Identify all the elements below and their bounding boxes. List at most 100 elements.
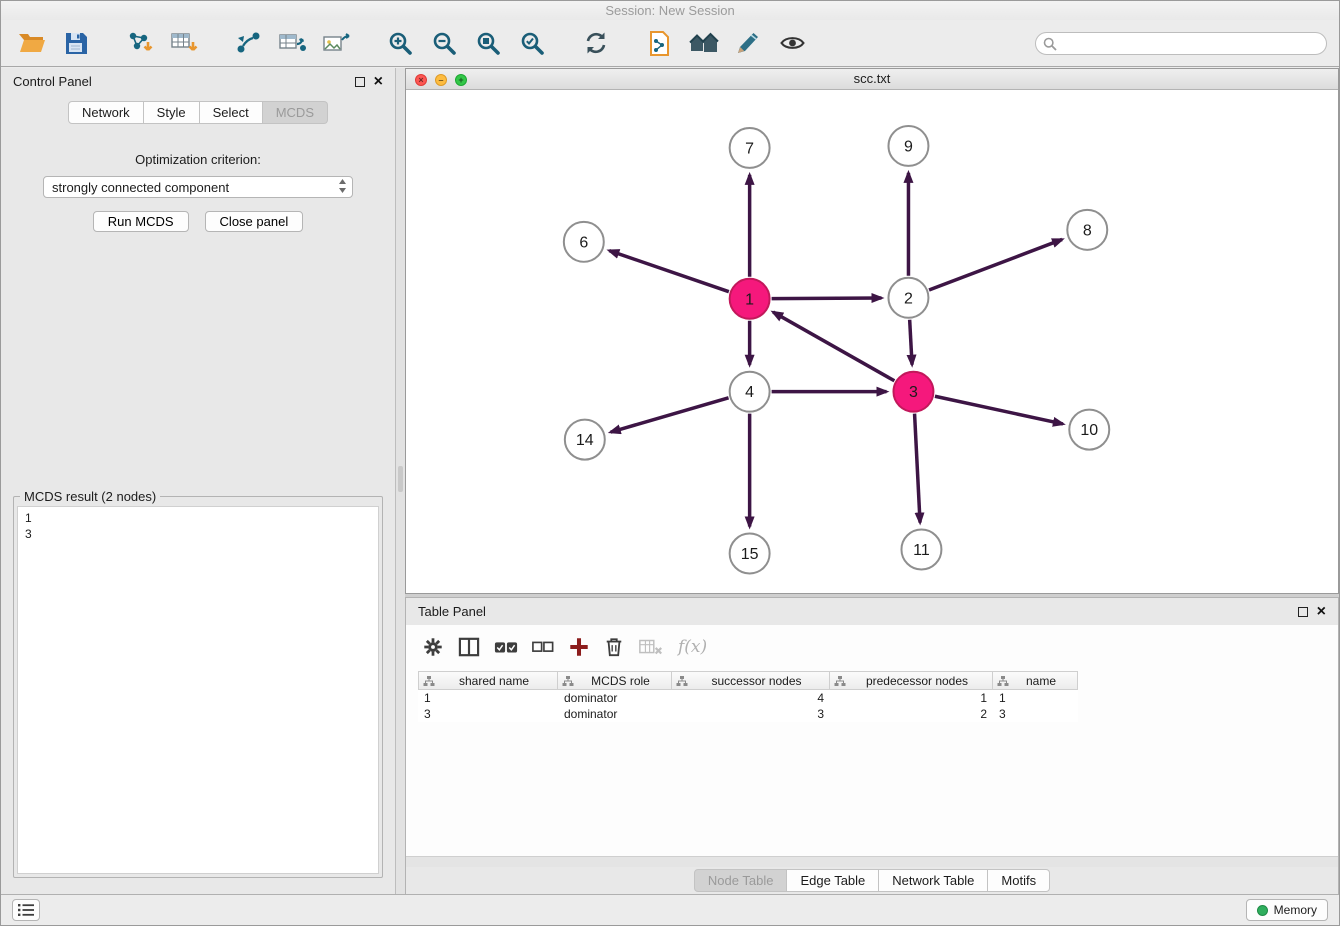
network-window-titlebar[interactable]: × – + scc.txt: [406, 69, 1338, 90]
show-columns-icon[interactable]: [458, 633, 480, 661]
delete-column-trash-icon[interactable]: [604, 633, 624, 661]
table-settings-gear-icon[interactable]: [422, 633, 444, 661]
cell-name[interactable]: 1: [993, 690, 1078, 706]
column-type-icon: [676, 675, 688, 687]
network-view-window: × – + scc.txt 7 9 6 8 1 2 4 3 14 10 15 11: [405, 68, 1339, 594]
graph-node-9[interactable]: 9: [888, 126, 928, 166]
column-header-shared-name[interactable]: shared name: [418, 671, 558, 690]
search-input[interactable]: [1035, 32, 1327, 55]
column-header-name[interactable]: name: [993, 671, 1078, 690]
graph-node-6[interactable]: 6: [564, 221, 604, 261]
import-network-from-file-icon[interactable]: [121, 25, 159, 61]
graph-node-3[interactable]: 3: [893, 371, 933, 411]
cell-predecessor-nodes[interactable]: 2: [830, 706, 993, 722]
import-table-from-file-icon[interactable]: [165, 25, 203, 61]
zoom-fit-icon[interactable]: [469, 25, 507, 61]
graph-node-8[interactable]: 8: [1067, 209, 1107, 249]
zoom-out-icon[interactable]: [425, 25, 463, 61]
cell-successor-nodes[interactable]: 4: [672, 690, 830, 706]
column-header-mcds-role[interactable]: MCDS role: [558, 671, 672, 690]
graph-edge-3-10[interactable]: [935, 396, 1063, 424]
close-table-panel-icon[interactable]: ×: [1317, 607, 1326, 617]
network-graph[interactable]: 7 9 6 8 1 2 4 3 14 10 15 11: [406, 90, 1338, 593]
network-canvas: 7 9 6 8 1 2 4 3 14 10 15 11: [406, 90, 1338, 593]
table-horizontal-scrollbar[interactable]: [406, 856, 1338, 867]
export-image-icon[interactable]: [317, 25, 355, 61]
home-icon[interactable]: [685, 25, 723, 61]
select-all-rows-icon[interactable]: [494, 633, 518, 661]
graph-node-1[interactable]: 1: [730, 278, 770, 318]
zoom-in-icon[interactable]: [381, 25, 419, 61]
table-row[interactable]: 1 dominator 4 1 1: [418, 690, 1326, 706]
graph-node-4[interactable]: 4: [730, 371, 770, 411]
graph-node-2[interactable]: 2: [888, 277, 928, 317]
save-session-icon[interactable]: [57, 25, 95, 61]
create-column-icon[interactable]: [568, 633, 590, 661]
graph-node-11[interactable]: 11: [901, 529, 941, 569]
mcds-result-list[interactable]: 1 3: [17, 506, 379, 874]
delete-table-icon[interactable]: [638, 633, 664, 661]
close-panel-button[interactable]: Close panel: [205, 211, 304, 232]
open-session-icon[interactable]: [13, 25, 51, 61]
graph-edge-1-6[interactable]: [609, 250, 729, 291]
node-table: shared name MCDS role: [418, 671, 1326, 722]
graph-edge-1-2[interactable]: [772, 298, 882, 299]
graph-edge-4-14[interactable]: [611, 397, 729, 431]
criterion-dropdown[interactable]: strongly connected component: [43, 176, 353, 198]
cell-name[interactable]: 3: [993, 706, 1078, 722]
panel-splitter[interactable]: [396, 68, 405, 894]
graph-edge-2-3[interactable]: [910, 319, 912, 364]
tab-network[interactable]: Network: [68, 101, 144, 124]
float-panel-icon[interactable]: [355, 77, 365, 87]
function-builder-icon[interactable]: f(x): [678, 633, 707, 661]
tab-mcds[interactable]: MCDS: [263, 101, 328, 124]
close-window-icon[interactable]: ×: [415, 74, 427, 86]
tab-node-table[interactable]: Node Table: [694, 869, 788, 892]
zoom-selected-icon[interactable]: [513, 25, 551, 61]
svg-text:11: 11: [913, 542, 930, 559]
maximize-window-icon[interactable]: +: [455, 74, 467, 86]
window-controls: × – +: [415, 74, 467, 86]
cell-mcds-role[interactable]: dominator: [558, 690, 672, 706]
new-network-icon[interactable]: [229, 25, 267, 61]
right-pane: × – + scc.txt 7968124314101511: [405, 68, 1339, 894]
cell-shared-name[interactable]: 1: [418, 690, 558, 706]
mcds-result-item[interactable]: 1: [25, 510, 371, 526]
apply-style-icon[interactable]: [729, 25, 767, 61]
tab-style[interactable]: Style: [144, 101, 200, 124]
cell-mcds-role[interactable]: dominator: [558, 706, 672, 722]
splitter-grip-icon[interactable]: [398, 466, 403, 492]
run-mcds-button[interactable]: Run MCDS: [93, 211, 189, 232]
column-header-predecessor-nodes[interactable]: predecessor nodes: [830, 671, 993, 690]
graph-edge-3-11[interactable]: [915, 413, 920, 522]
table-row[interactable]: 3 dominator 3 2 3: [418, 706, 1326, 722]
search-icon: [1043, 37, 1057, 51]
network-window-title: scc.txt: [854, 71, 891, 86]
tab-select[interactable]: Select: [200, 101, 263, 124]
cell-predecessor-nodes[interactable]: 1: [830, 690, 993, 706]
graph-edge-3-1[interactable]: [773, 312, 894, 381]
minimize-window-icon[interactable]: –: [435, 74, 447, 86]
mcds-result-item[interactable]: 3: [25, 526, 371, 542]
memory-button[interactable]: Memory: [1246, 899, 1328, 921]
graph-edge-2-8[interactable]: [929, 239, 1062, 290]
tab-motifs[interactable]: Motifs: [988, 869, 1050, 892]
cell-successor-nodes[interactable]: 3: [672, 706, 830, 722]
copy-network-icon[interactable]: [641, 25, 679, 61]
refresh-icon[interactable]: [577, 25, 615, 61]
new-network-from-table-icon[interactable]: [273, 25, 311, 61]
float-table-panel-icon[interactable]: [1298, 607, 1308, 617]
tab-edge-table[interactable]: Edge Table: [787, 869, 879, 892]
graph-node-7[interactable]: 7: [730, 128, 770, 168]
task-history-button[interactable]: [12, 899, 40, 921]
graph-node-14[interactable]: 14: [565, 419, 605, 459]
show-hide-icon[interactable]: [773, 25, 811, 61]
graph-node-15[interactable]: 15: [730, 533, 770, 573]
close-panel-icon[interactable]: ×: [374, 77, 383, 87]
cell-shared-name[interactable]: 3: [418, 706, 558, 722]
column-header-successor-nodes[interactable]: successor nodes: [672, 671, 830, 690]
tab-network-table[interactable]: Network Table: [879, 869, 988, 892]
graph-node-10[interactable]: 10: [1069, 409, 1109, 449]
memory-status-icon: [1257, 905, 1268, 916]
deselect-all-rows-icon[interactable]: [532, 633, 554, 661]
